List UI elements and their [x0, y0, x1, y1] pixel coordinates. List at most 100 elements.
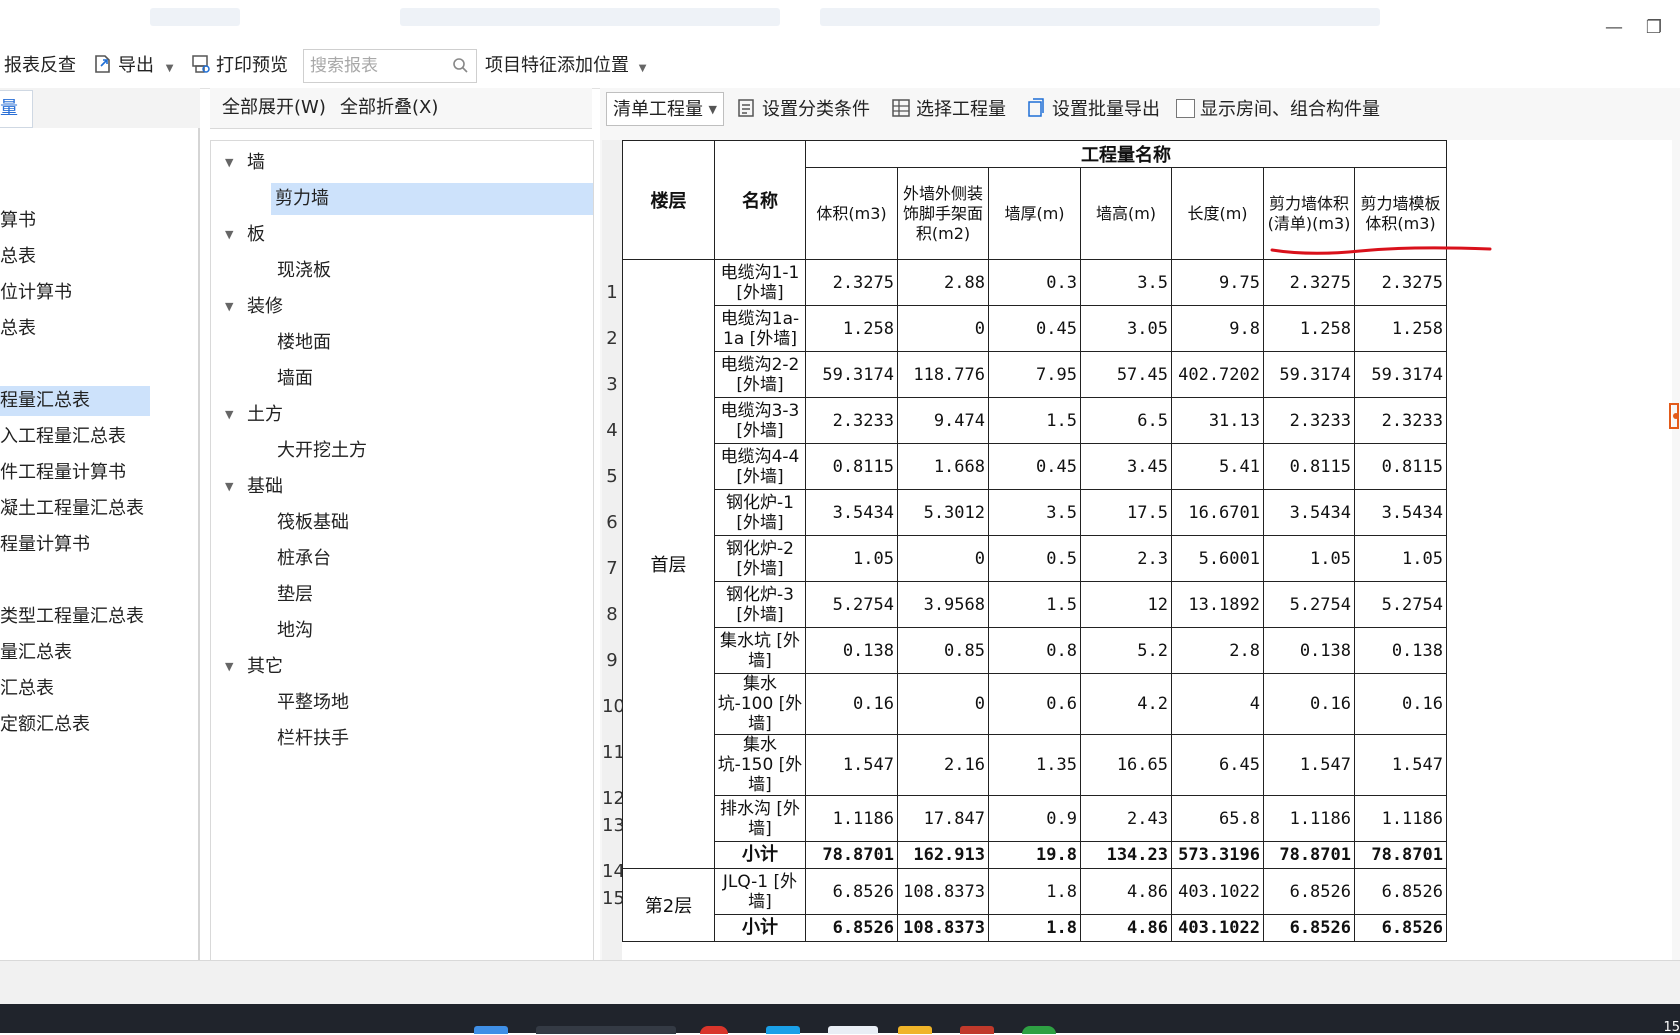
row-number[interactable]: 1 — [602, 282, 622, 303]
caret-down-icon[interactable]: ▼ — [225, 399, 233, 431]
title-blur — [150, 8, 240, 26]
tree-node-cast-slab[interactable]: 现浇板 — [211, 255, 593, 287]
table-row[interactable]: 钢化炉-2 [外墙] 1.05 0 0.5 2.3 5.6001 1.05 1.05 — [623, 535, 1447, 582]
value-cell: 5.41 — [1171, 443, 1264, 490]
table-row-subtotal[interactable]: 小计 78.8701 162.913 19.8 134.23 573.3196 78.870… — [623, 841, 1447, 869]
table-row[interactable]: 第2层 JLQ-1 [外墙] 6.8526 108.8373 1.8 4.86 403.10… — [622, 868, 1447, 942]
table-row[interactable]: 集水坑-100 [外墙] 0.16 0 0.6 4.2 4 0.16 0.16 — [623, 673, 1447, 735]
report-list-item[interactable]: 定额汇总表 — [0, 710, 90, 740]
table-row-subtotal[interactable]: 小计 6.8526 108.8373 1.8 4.86 403.1022 6.8526 6.8… — [623, 914, 1447, 942]
table-row[interactable]: 钢化炉-1 [外墙] 3.5434 5.3012 3.5 17.5 16.6701 3.54… — [623, 489, 1447, 536]
tree-node-earthwork[interactable]: ▼ 土方 — [211, 399, 593, 431]
tree-node-railing[interactable]: 栏杆扶手 — [211, 723, 593, 755]
export-button[interactable]: 导出 ▼ — [92, 44, 173, 88]
batch-export-button[interactable]: 设置批量导出 — [1026, 88, 1160, 132]
side-float-icon[interactable] — [1660, 400, 1680, 434]
table-row[interactable]: 集水坑 [外墙] 0.138 0.85 0.8 5.2 2.8 0.138 0.138 — [623, 627, 1447, 674]
report-list-item-selected[interactable]: 程量汇总表 — [0, 386, 150, 416]
row-number[interactable]: 8 — [602, 604, 622, 625]
row-number[interactable]: 9 — [602, 650, 622, 671]
row-number[interactable]: 3 — [602, 374, 622, 395]
caret-down-icon[interactable]: ▼ — [225, 471, 233, 503]
feature-position-dropdown[interactable]: 项目特征添加位置 ▼ — [485, 44, 646, 88]
table-row[interactable]: 首层 电缆沟1-1 [外墙] 2.3275 2.88 0.3 3.5 9.75 2.3275 2… — [622, 259, 1447, 869]
row-number[interactable]: 10 — [602, 696, 625, 717]
row-number[interactable]: 13 — [602, 815, 625, 836]
tree-node-cushion[interactable]: 垫层 — [211, 579, 593, 611]
value-cell: 59.3174 — [805, 351, 898, 398]
table-row[interactable]: 钢化炉-3 [外墙] 5.2754 3.9568 1.5 12 13.1892 5.2754… — [623, 581, 1447, 628]
value-cell: 108.8373 — [897, 914, 989, 942]
report-check-button[interactable]: 报表反查 — [4, 44, 76, 88]
table-row[interactable]: 电缆沟4-4 [外墙] 0.8115 1.668 0.45 3.45 5.41 0.8115… — [623, 443, 1447, 490]
report-list-item[interactable]: 量汇总表 — [0, 638, 72, 668]
expand-all-button[interactable]: 全部展开(W) — [222, 88, 326, 128]
report-list-item[interactable]: 程量计算书 — [0, 530, 90, 560]
report-list-item[interactable]: 总表 — [0, 314, 36, 344]
tree-node-pile-cap[interactable]: 桩承台 — [211, 543, 593, 575]
row-number[interactable]: 14 — [602, 861, 625, 882]
table-row[interactable]: 电缆沟3-3 [外墙] 2.3233 9.474 1.5 6.5 31.13 2.3233 2… — [623, 397, 1447, 444]
table-row[interactable]: 集水坑-150 [外墙] 1.547 2.16 1.35 16.65 6.45 1.547 1… — [623, 734, 1447, 796]
search-input[interactable] — [308, 50, 452, 82]
tree-node-decoration[interactable]: ▼ 装修 — [211, 291, 593, 323]
report-list-item[interactable]: 总表 — [0, 242, 36, 272]
print-preview-button[interactable]: 打印预览 — [190, 44, 288, 88]
select-quantity-button[interactable]: 选择工程量 — [890, 88, 1006, 132]
table-row[interactable]: 排水沟 [外墙] 1.1186 17.847 0.9 2.43 65.8 1.1186 1.1… — [623, 795, 1447, 842]
tree-node-other[interactable]: ▼ 其它 — [211, 651, 593, 683]
export-label: 导出 — [118, 55, 154, 76]
row-number[interactable]: 2 — [602, 328, 622, 349]
show-rooms-checkbox[interactable]: 显示房间、组合构件量 — [1176, 88, 1380, 132]
tree-node-wall-surface[interactable]: 墙面 — [211, 363, 593, 395]
report-list-item-label: 汇总表 — [0, 678, 54, 699]
tab-quantity[interactable]: 表量 — [0, 90, 33, 128]
minimize-button[interactable]: — — [1600, 14, 1628, 42]
checkbox-unchecked-icon[interactable] — [1176, 98, 1195, 118]
value-cell: 108.8373 — [897, 868, 989, 915]
report-list-item[interactable]: 入工程量汇总表 — [0, 422, 126, 452]
caret-down-icon[interactable]: ▼ — [225, 219, 233, 251]
table-row[interactable]: 电缆沟2-2 [外墙] 59.3174 118.776 7.95 57.45 402.72… — [623, 351, 1447, 398]
row-number[interactable]: 7 — [602, 558, 622, 579]
caret-down-icon[interactable]: ▼ — [225, 147, 233, 179]
restore-button[interactable]: ❐ — [1640, 14, 1668, 42]
search-box[interactable] — [303, 49, 477, 83]
collapse-all-button[interactable]: 全部折叠(X) — [340, 88, 438, 128]
caret-down-icon[interactable]: ▼ — [225, 651, 233, 683]
horizontal-scrollbar[interactable] — [0, 960, 1680, 1005]
tree-node-label: 板 — [247, 224, 265, 245]
report-list-item[interactable]: 算书 — [0, 206, 36, 236]
tree-node-floor[interactable]: 楼地面 — [211, 327, 593, 359]
report-list-item[interactable]: 件工程量计算书 — [0, 458, 126, 488]
value-cell: 0.9 — [988, 795, 1081, 842]
table-row[interactable]: 电缆沟1a-1a [外墙] 1.258 0 0.45 3.05 9.8 1.258 1.258 — [623, 305, 1447, 352]
set-category-button[interactable]: 设置分类条件 — [736, 88, 870, 132]
row-number[interactable]: 11 — [602, 742, 625, 763]
tree-node-raft-foundation[interactable]: 筏板基础 — [211, 507, 593, 539]
tree-node-shear-wall[interactable]: 剪力墙 — [271, 183, 593, 215]
value-cell: 19.8 — [988, 841, 1081, 869]
tree-node-wall[interactable]: ▼ 墙 — [211, 147, 593, 179]
value-cell: 0.85 — [897, 627, 989, 674]
caret-down-icon[interactable]: ▼ — [225, 291, 233, 323]
row-number[interactable]: 15 — [602, 888, 625, 909]
report-list-item[interactable]: 凝土工程量汇总表 — [0, 494, 144, 524]
report-list-item[interactable]: 类型工程量汇总表 — [0, 602, 144, 632]
row-number[interactable]: 5 — [602, 466, 622, 487]
row-number[interactable]: 12 — [602, 788, 625, 809]
tree-node-trench[interactable]: 地沟 — [211, 615, 593, 647]
tree-node-foundation[interactable]: ▼ 基础 — [211, 471, 593, 503]
report-area: 1 2 3 4 5 6 7 8 9 10 11 12 13 14 15 楼层 名称 工程量名称 体积(m3)… — [600, 132, 1680, 960]
tree-node-excavation[interactable]: 大开挖土方 — [211, 435, 593, 467]
row-number[interactable]: 6 — [602, 512, 622, 533]
report-list-item-label: 量汇总表 — [0, 642, 72, 663]
value-cell: 0.8115 — [1354, 443, 1447, 490]
tree-node-site-leveling[interactable]: 平整场地 — [211, 687, 593, 719]
tree-node-slab[interactable]: ▼ 板 — [211, 219, 593, 251]
report-list-item[interactable]: 位计算书 — [0, 278, 72, 308]
quantity-type-select[interactable]: 清单工程量 ▼ — [606, 92, 724, 126]
row-number[interactable]: 4 — [602, 420, 622, 441]
report-list-item[interactable]: 汇总表 — [0, 674, 54, 704]
search-icon[interactable] — [452, 57, 468, 73]
